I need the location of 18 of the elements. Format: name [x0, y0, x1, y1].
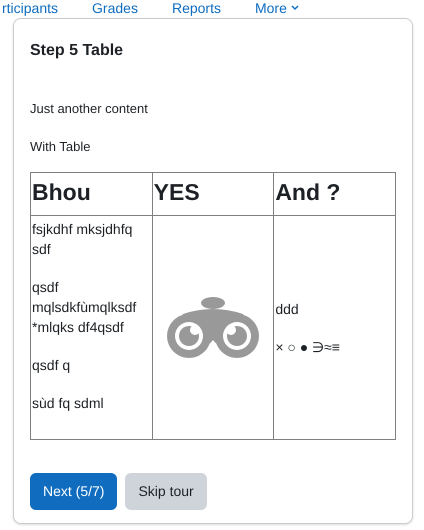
- cell-text: × ○ ● ∋≈≡: [275, 338, 341, 356]
- cell-text: ddd: [275, 300, 300, 318]
- cell-text: qsdf mqlsdkfùmqlksdf *mlqks df4qsdf: [32, 278, 138, 337]
- column-header: Bhou: [30, 172, 152, 216]
- column-header: YES: [152, 172, 274, 216]
- nav-link[interactable]: More: [254, 0, 299, 16]
- popover-title: Step 5 Table: [30, 41, 124, 61]
- cell-text: sùd fq sdml: [32, 394, 105, 413]
- cell-text: qsdf q: [32, 356, 72, 375]
- skip-button[interactable]: Skip tour: [125, 473, 207, 510]
- nav-link[interactable]: Grades: [92, 0, 138, 16]
- body-text: With Table: [30, 138, 92, 156]
- next-button[interactable]: Next (5/7): [30, 473, 118, 510]
- column-header: And ?: [274, 172, 396, 216]
- nav-link[interactable]: rticipants: [2, 0, 58, 16]
- nav-link[interactable]: Reports: [172, 0, 221, 16]
- body-text: Just another content: [30, 100, 149, 118]
- cell-text: fsjkdhf mksjdhfq sdf: [32, 220, 134, 259]
